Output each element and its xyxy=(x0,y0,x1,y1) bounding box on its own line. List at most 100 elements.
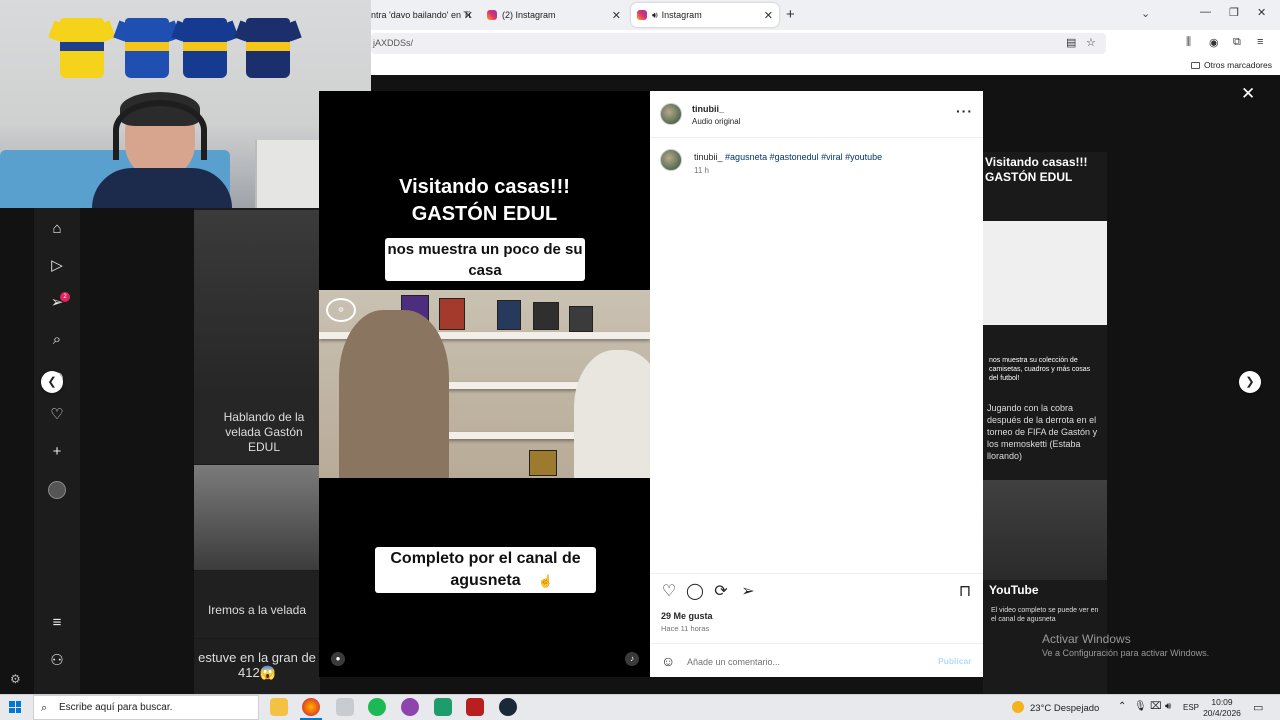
tool-app-icon[interactable] xyxy=(336,698,354,716)
post-panel: tinubii_ Audio original ··· tinubii_ #ag… xyxy=(650,91,983,677)
feed-caption: Hablando de la velada Gastón EDUL xyxy=(223,410,305,454)
spotify-icon[interactable] xyxy=(368,698,386,716)
caption-avatar[interactable] xyxy=(660,149,682,171)
reel-title-line2: GASTÓN EDUL xyxy=(411,203,558,225)
comment-icon[interactable]: ◯ xyxy=(686,583,704,601)
tab-label: ntra 'davo bailando' en Ti xyxy=(371,10,471,20)
close-tab-icon[interactable]: ✕ xyxy=(764,9,773,22)
audio-link[interactable]: Audio original xyxy=(692,117,740,126)
activate-windows-title: Activar Windows xyxy=(1042,632,1131,646)
language-indicator[interactable]: ESP xyxy=(1183,703,1199,712)
person-right xyxy=(574,350,650,478)
caption-time: 11 h xyxy=(694,166,709,175)
comment-form: ☺ Publicar xyxy=(650,643,983,678)
app-icon[interactable] xyxy=(466,698,484,716)
weather-text: 23°C Despejado xyxy=(1030,703,1100,714)
minimize-icon[interactable]: — xyxy=(1200,6,1211,18)
reels-icon[interactable]: ▷ xyxy=(48,257,66,275)
feed-caption: Jugando con la cobra después de la derro… xyxy=(987,403,1098,461)
bookmark-star-icon[interactable]: ☆ xyxy=(1086,36,1096,49)
profile-avatar[interactable] xyxy=(48,481,66,499)
jersey-blue xyxy=(113,18,181,78)
windows-taskbar: ⌕ Escribe aquí para buscar. 23°C Despeja… xyxy=(0,694,1280,720)
tab-instagram-active[interactable]: 🔊︎ Instagram ✕ xyxy=(631,3,779,27)
like-count[interactable]: 29 Me gusta xyxy=(661,611,713,621)
save-bookmark-icon[interactable]: ⊓ xyxy=(956,583,974,601)
reel-video[interactable]: Visitando casas!!! GASTÓN EDUL nos muest… xyxy=(319,91,650,677)
close-modal-icon[interactable]: ✕ xyxy=(1241,84,1255,104)
navigation-bar: jAXDDSs/ ▤ ☆ ⫼ ◉ ⧉ ≡ xyxy=(371,30,1280,56)
speaker-icon[interactable]: 🔊︎ xyxy=(652,10,658,21)
previous-arrow-icon[interactable]: ❮ xyxy=(41,371,63,393)
weather-widget[interactable]: 23°C Despejado xyxy=(1012,701,1099,714)
other-bookmarks[interactable]: Otros marcadores xyxy=(1190,60,1272,70)
volume-icon[interactable]: 🔊︎ xyxy=(1165,701,1171,712)
author-username[interactable]: tinubii_ xyxy=(692,104,724,114)
author-avatar[interactable] xyxy=(660,103,682,125)
notifications-icon[interactable]: ▭ xyxy=(1253,701,1263,714)
tab-tiktok[interactable]: ntra 'davo bailando' en Ti ✕ xyxy=(371,3,479,27)
library-icon[interactable]: ⫼ xyxy=(1186,36,1191,49)
publish-button[interactable]: Publicar xyxy=(938,656,972,666)
share-icon[interactable]: ➢ xyxy=(739,583,757,601)
app-icon[interactable] xyxy=(434,698,452,716)
extensions-icon[interactable]: ⧉ xyxy=(1233,36,1241,49)
account-icon[interactable]: ◉ xyxy=(1209,36,1219,49)
next-arrow-icon[interactable]: ❯ xyxy=(1239,371,1261,393)
settings-icon[interactable]: ⚙ xyxy=(10,672,21,686)
restore-icon[interactable]: ❐ xyxy=(1229,6,1239,19)
home-icon[interactable]: ⌂ xyxy=(48,220,66,238)
new-tab-button[interactable]: + xyxy=(786,6,795,23)
address-field[interactable]: jAXDDSs/ xyxy=(371,33,1106,54)
instagram-icon xyxy=(637,10,647,20)
reader-view-icon[interactable]: ▤ xyxy=(1066,36,1076,49)
jersey-yellow xyxy=(48,18,116,78)
menu-icon[interactable]: ≡ xyxy=(1257,36,1263,48)
tab-instagram-notifications[interactable]: (2) Instagram ✕ xyxy=(483,3,627,27)
obs-icon[interactable] xyxy=(401,698,419,716)
activate-windows-hint: Ve a Configuración para activar Windows. xyxy=(1042,648,1210,658)
sound-toggle-icon[interactable]: ♪ xyxy=(625,652,639,666)
reel-title-line1: Visitando casas!!! xyxy=(399,176,570,198)
system-clock[interactable]: 10:09 20/4/2026 xyxy=(1200,697,1244,719)
emoji-icon[interactable]: ☺ xyxy=(661,653,675,669)
steam-icon[interactable] xyxy=(499,698,517,716)
jersey-blue xyxy=(171,18,239,78)
threads-icon[interactable]: ⚇ xyxy=(48,652,66,670)
framed-picture xyxy=(569,306,593,332)
tray-chevron-icon[interactable]: ⌃ xyxy=(1118,701,1126,712)
framed-picture xyxy=(439,298,465,330)
caption-hashtags[interactable]: #agusneta #gastonedul #viral #youtube xyxy=(725,152,882,162)
create-icon[interactable]: + xyxy=(48,443,66,461)
taskbar-search[interactable]: ⌕ Escribe aquí para buscar. xyxy=(33,695,259,720)
heart-icon[interactable]: ♡ xyxy=(48,406,66,424)
repost-icon[interactable]: ⟳ xyxy=(712,583,730,601)
feed-thumbnail xyxy=(194,465,320,570)
close-window-icon[interactable]: ✕ xyxy=(1257,6,1266,19)
reel-bottom-caption: Completo por el canal de agusneta xyxy=(375,547,596,593)
file-explorer-icon[interactable] xyxy=(270,698,288,716)
like-heart-icon[interactable]: ♡ xyxy=(660,583,678,601)
instagram-icon xyxy=(487,10,497,20)
post-time-ago: Hace 11 horas xyxy=(661,624,710,633)
youtube-label: YouTube xyxy=(989,583,1039,597)
more-menu-icon[interactable]: ≡ xyxy=(48,614,66,632)
caption-text: tinubii_ #agusneta #gastonedul #viral #y… xyxy=(694,152,882,162)
network-icon[interactable]: ⌧ xyxy=(1150,701,1162,712)
feed-thumbnail xyxy=(194,210,320,396)
windows-start-icon[interactable] xyxy=(9,701,21,713)
tagged-user-icon[interactable]: ● xyxy=(331,652,345,666)
close-tab-icon[interactable]: ✕ xyxy=(464,9,473,22)
video-frame: ◍ xyxy=(319,290,650,478)
comment-input[interactable] xyxy=(687,654,917,670)
reel-title: Visitando casas!!! GASTÓN EDUL xyxy=(319,174,650,228)
search-icon[interactable]: ⌕ xyxy=(48,331,66,349)
list-tabs-icon[interactable]: ⌄ xyxy=(1141,7,1150,20)
microphone-icon[interactable]: 🎙︎ xyxy=(1134,701,1147,712)
more-options-icon[interactable]: ··· xyxy=(956,103,973,119)
channel-logo-icon: ◍ xyxy=(326,298,356,322)
firefox-icon[interactable] xyxy=(302,698,320,716)
caption-username[interactable]: tinubii_ xyxy=(694,152,723,162)
close-tab-icon[interactable]: ✕ xyxy=(612,9,621,22)
streamer-shirt xyxy=(92,168,232,208)
